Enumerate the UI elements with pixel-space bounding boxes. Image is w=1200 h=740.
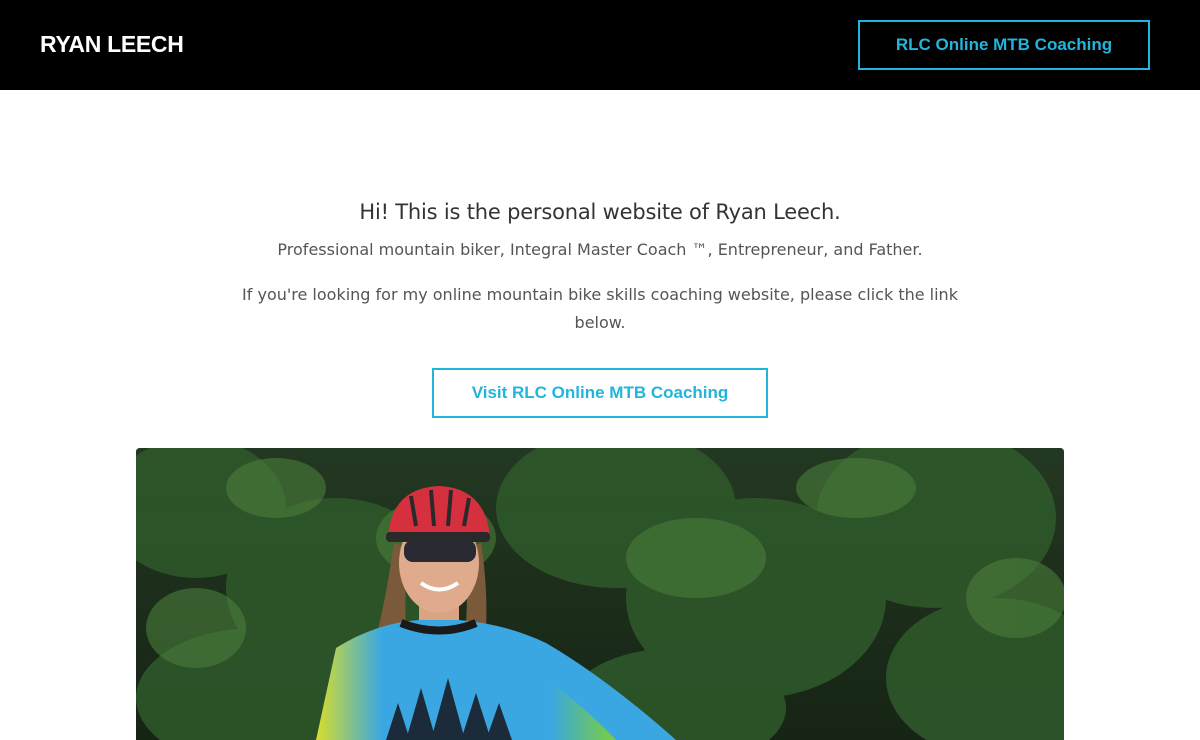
visit-coaching-button[interactable]: Visit RLC Online MTB Coaching — [432, 368, 768, 418]
intro-paragraph: If you're looking for my online mountain… — [242, 285, 958, 332]
site-brand[interactable]: RYAN LEECH — [40, 31, 184, 58]
intro-section: Hi! This is the personal website of Ryan… — [0, 200, 1200, 337]
intro-subline: Professional mountain biker, Integral Ma… — [277, 240, 923, 259]
site-header: RYAN LEECH RLC Online MTB Coaching — [0, 0, 1200, 90]
hero-photo — [136, 448, 1064, 740]
page-headline: Hi! This is the personal website of Ryan… — [359, 200, 841, 224]
header-coaching-button[interactable]: RLC Online MTB Coaching — [858, 20, 1150, 70]
